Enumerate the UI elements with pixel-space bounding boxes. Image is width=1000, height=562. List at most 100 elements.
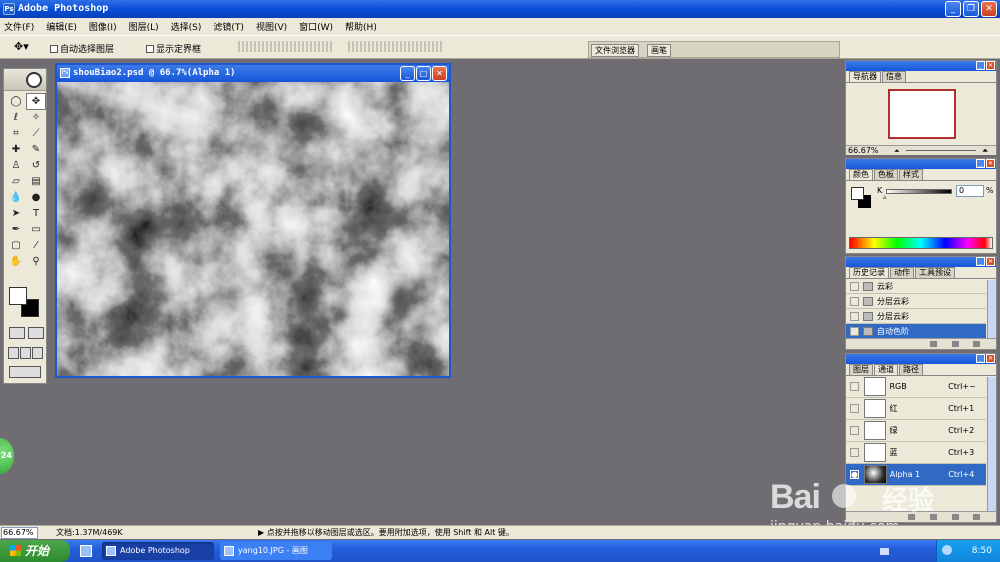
- history-item[interactable]: 分层云彩: [846, 309, 986, 324]
- navigator-zoom[interactable]: 66.67%: [848, 146, 879, 155]
- history-source-box[interactable]: [850, 296, 859, 306]
- status-doc-size[interactable]: 文档:1.37M/469K: [56, 527, 246, 538]
- show-bounds-checkbox[interactable]: 显示定界框: [146, 42, 201, 55]
- image-canvas[interactable]: [57, 82, 449, 376]
- color-slider-track[interactable]: [886, 189, 952, 194]
- channel-visibility-box[interactable]: [850, 404, 859, 413]
- zoom-slider[interactable]: [906, 150, 976, 151]
- channel-visibility-box[interactable]: [850, 382, 859, 391]
- tab-paths[interactable]: 路径: [899, 364, 923, 375]
- start-button[interactable]: 开始: [0, 540, 70, 562]
- eyedropper-tool-icon[interactable]: ⁄: [27, 238, 45, 253]
- auto-select-checkbox[interactable]: 自动选择图层: [50, 42, 114, 55]
- hand-tool-icon[interactable]: ✋: [7, 254, 25, 269]
- channel-row[interactable]: 蓝 Ctrl+3: [846, 442, 986, 464]
- history-item-selected[interactable]: 自动色阶: [846, 324, 986, 339]
- gradient-tool-icon[interactable]: ▤: [27, 174, 45, 189]
- side-badge[interactable]: 24: [0, 438, 14, 474]
- doc-maximize-button[interactable]: □: [416, 66, 431, 81]
- marquee-tool-icon[interactable]: ◯: [7, 94, 25, 109]
- screen-mode-full-menu-icon[interactable]: [20, 347, 31, 359]
- tray-network-icon[interactable]: [942, 545, 952, 555]
- show-bounds-box[interactable]: [146, 44, 154, 53]
- channels-minimize-icon[interactable]: _: [976, 354, 985, 363]
- color-close-icon[interactable]: ✕: [986, 159, 995, 168]
- quick-launch-icon[interactable]: [80, 545, 92, 557]
- zoom-in-icon[interactable]: ⏶: [982, 146, 988, 156]
- tab-navigator[interactable]: 导航器: [849, 71, 881, 82]
- screen-mode-full-icon[interactable]: [32, 347, 43, 359]
- doc-minimize-button[interactable]: _: [400, 66, 415, 81]
- new-document-icon[interactable]: [930, 341, 937, 347]
- color-minimize-icon[interactable]: _: [976, 159, 985, 168]
- foreground-color-swatch[interactable]: [9, 287, 27, 305]
- quick-mask-mode-icon[interactable]: [28, 327, 44, 339]
- menu-window[interactable]: 窗口(W): [299, 20, 333, 33]
- history-minimize-icon[interactable]: _: [976, 257, 985, 266]
- history-item[interactable]: 云彩: [846, 279, 986, 294]
- restore-button[interactable]: ❐: [963, 1, 979, 17]
- shape-tool-icon[interactable]: ▭: [27, 222, 45, 237]
- task-paint[interactable]: yang10.JPG - 画图: [220, 542, 332, 560]
- task-photoshop[interactable]: Adobe Photoshop: [102, 542, 214, 560]
- history-source-box[interactable]: [850, 281, 859, 291]
- history-scrollbar[interactable]: [987, 280, 996, 338]
- menu-file[interactable]: 文件(F): [4, 20, 34, 33]
- move-tool-preset-icon[interactable]: ✥▾: [14, 40, 40, 54]
- status-zoom-input[interactable]: 66.67%: [1, 526, 38, 539]
- slice-tool-icon[interactable]: ⟋: [27, 126, 45, 141]
- zoom-out-icon[interactable]: ⏶: [894, 147, 900, 156]
- blur-tool-icon[interactable]: 💧: [7, 190, 25, 205]
- menu-layer[interactable]: 图层(L): [129, 20, 159, 33]
- pen-tool-icon[interactable]: ✒: [7, 222, 25, 237]
- menu-help[interactable]: 帮助(H): [345, 20, 377, 33]
- tray-keyboard-icon[interactable]: [880, 548, 889, 555]
- brushes-tab[interactable]: 画笔: [647, 44, 671, 57]
- minimize-button[interactable]: _: [945, 1, 961, 17]
- eraser-tool-icon[interactable]: ▱: [7, 174, 25, 189]
- magic-wand-tool-icon[interactable]: ✧: [27, 110, 45, 125]
- move-tool-icon[interactable]: ✥: [26, 93, 46, 110]
- type-tool-icon[interactable]: T: [27, 206, 45, 221]
- history-source-box[interactable]: [850, 326, 859, 336]
- tab-styles[interactable]: 样式: [899, 169, 923, 180]
- channel-visibility-box[interactable]: [850, 448, 859, 457]
- healing-brush-tool-icon[interactable]: ✚: [7, 142, 25, 157]
- channel-row[interactable]: 绿 Ctrl+2: [846, 420, 986, 442]
- history-close-icon[interactable]: ✕: [986, 257, 995, 266]
- dodge-tool-icon[interactable]: ●: [27, 190, 45, 205]
- tab-actions[interactable]: 动作: [890, 267, 914, 278]
- nav-minimize-icon[interactable]: _: [976, 61, 985, 70]
- photoshop-eye-icon[interactable]: [26, 72, 42, 88]
- channel-visibility-box[interactable]: [850, 426, 859, 435]
- standard-mode-icon[interactable]: [9, 327, 25, 339]
- new-snapshot-icon[interactable]: [952, 341, 959, 347]
- screen-mode-standard-icon[interactable]: [8, 347, 19, 359]
- color-spectrum-bar[interactable]: [849, 237, 993, 249]
- tab-layers[interactable]: 图层: [849, 364, 873, 375]
- history-source-box[interactable]: [850, 311, 859, 321]
- auto-select-box[interactable]: [50, 44, 58, 53]
- tab-info[interactable]: 信息: [882, 71, 906, 82]
- history-brush-tool-icon[interactable]: ↺: [27, 158, 45, 173]
- menu-edit[interactable]: 编辑(E): [46, 20, 77, 33]
- menu-view[interactable]: 视图(V): [256, 20, 287, 33]
- tab-tool-presets[interactable]: 工具预设: [915, 267, 955, 278]
- menu-image[interactable]: 图像(I): [89, 20, 117, 33]
- align-buttons-icon[interactable]: [238, 41, 332, 52]
- channels-close-icon[interactable]: ✕: [986, 354, 995, 363]
- tab-history[interactable]: 历史记录: [849, 267, 889, 278]
- jump-to-imageready-icon[interactable]: [9, 366, 41, 378]
- tab-swatches[interactable]: 色板: [874, 169, 898, 180]
- file-browser-tab[interactable]: 文件浏览器: [591, 44, 639, 57]
- close-button[interactable]: ✕: [981, 1, 997, 17]
- menu-select[interactable]: 选择(S): [171, 20, 202, 33]
- crop-tool-icon[interactable]: ⌗: [7, 126, 25, 141]
- trash-icon[interactable]: [973, 341, 980, 347]
- color-slider-thumb[interactable]: ▵: [883, 193, 887, 201]
- distribute-buttons-icon[interactable]: [348, 41, 444, 52]
- history-item[interactable]: 分层云彩: [846, 294, 986, 309]
- color-fg-swatch[interactable]: [851, 187, 864, 200]
- navigator-preview[interactable]: [888, 89, 956, 139]
- clone-stamp-tool-icon[interactable]: ♙: [7, 158, 25, 173]
